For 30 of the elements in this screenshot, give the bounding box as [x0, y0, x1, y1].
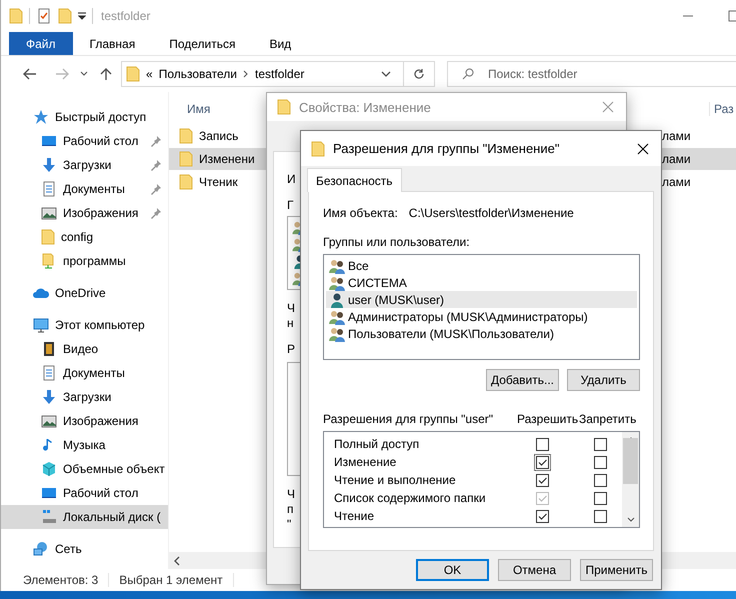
file-name: Чтеник — [199, 175, 238, 189]
list-label: Группы или пользователи: — [323, 235, 471, 249]
text-fragment: Г — [287, 198, 294, 213]
permission-name: Список содержимого папки — [334, 491, 487, 505]
column-header: Разрешить — [517, 412, 579, 426]
column-header: Запретить — [579, 412, 638, 426]
status-text: Выбран 1 элемент — [119, 573, 223, 587]
text-fragment: Р — [287, 342, 296, 357]
file-name: Изменени — [199, 152, 255, 166]
text-fragment: п — [287, 502, 294, 517]
list-label: Разрешения для группы "user" — [323, 412, 494, 426]
window-title: testfolder — [101, 9, 152, 23]
text-fragment: " — [287, 517, 292, 532]
file-name: Запись — [199, 129, 238, 143]
text-fragment: н — [287, 316, 294, 331]
file-type: лами — [662, 152, 692, 166]
dialog-title: Свойства: Изменение — [299, 100, 432, 114]
text-fragment: Ч — [287, 301, 295, 316]
file-type: лами — [662, 175, 692, 189]
permission-name: Изменение — [334, 455, 398, 469]
dialog-title: Разрешения для группы "Изменение" — [333, 141, 560, 156]
object-path: C:\Users\testfolder\Изменение — [408, 206, 574, 220]
permission-name: Чтение и выполнение — [334, 473, 457, 487]
text-fragment: И — [287, 172, 296, 187]
permission-name: Чтение — [334, 509, 376, 523]
status-text: Элементов: 3 — [23, 573, 98, 587]
file-type: лами — [662, 129, 692, 143]
permission-name: Полный доступ — [334, 437, 420, 451]
field-label: Имя объекта: — [323, 206, 398, 220]
text-fragment: Ч — [287, 487, 295, 502]
